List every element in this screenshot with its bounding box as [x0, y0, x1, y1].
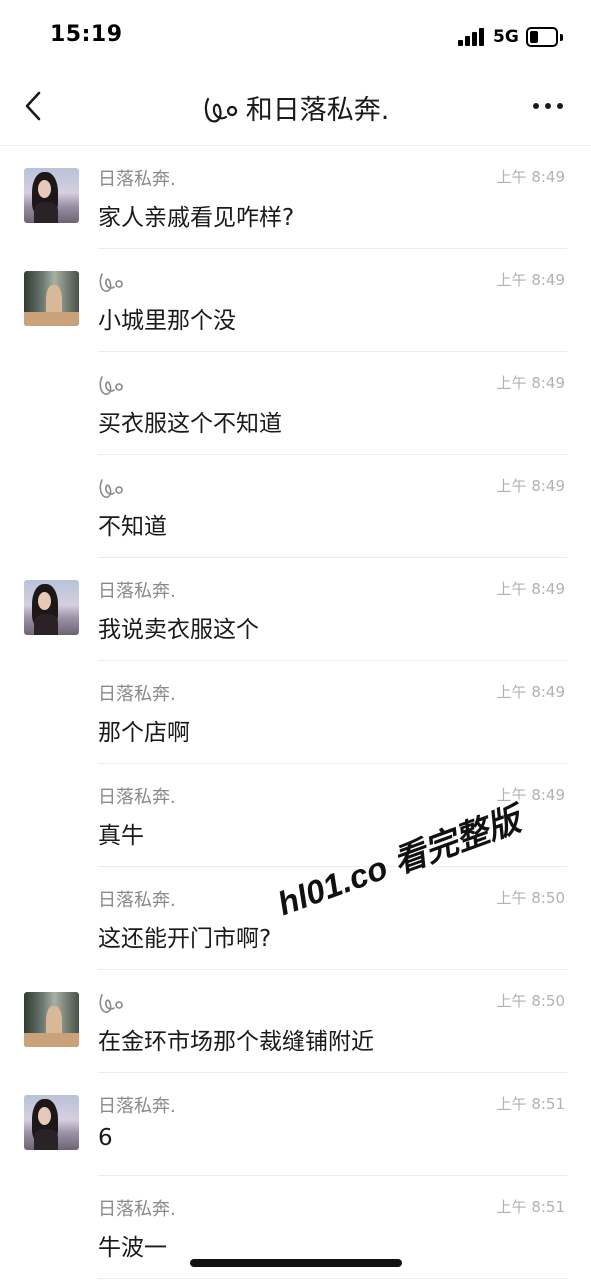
home-indicator[interactable] [190, 1259, 402, 1267]
more-dot [545, 103, 551, 109]
sender-name: 日落私奔. [98, 1199, 176, 1220]
message-row[interactable]: 上午 8:49 买衣服这个不知道 [0, 352, 591, 455]
sender-name: 日落私奔. [98, 684, 176, 705]
sender-name: 日落私奔. [98, 581, 176, 602]
message-text[interactable]: 我说卖衣服这个 [98, 610, 259, 644]
message-text[interactable]: 这还能开门市啊? [98, 919, 271, 953]
message-time: 上午 8:49 [496, 477, 565, 495]
message-row[interactable]: 日落私奔. 上午 8:49 我说卖衣服这个 [0, 558, 591, 661]
message-time: 上午 8:49 [496, 580, 565, 598]
sender-name: 日落私奔. [98, 1096, 176, 1117]
message-text[interactable]: 在金环市场那个裁缝铺附近 [98, 1022, 374, 1056]
chat-title-text: 和日落私奔. [245, 95, 390, 126]
doodle-icon [97, 990, 125, 1016]
message-row[interactable]: 日落私奔. 上午 8:49 那个店啊 [0, 661, 591, 764]
message-text[interactable]: 买衣服这个不知道 [98, 404, 282, 438]
message-row[interactable]: 上午 8:49 不知道 [0, 455, 591, 558]
message-text[interactable]: 真牛 [98, 816, 144, 850]
battery-cap [560, 34, 563, 41]
message-time: 上午 8:50 [496, 992, 565, 1010]
doodle-icon [97, 372, 125, 398]
message-row[interactable]: 日落私奔. 上午 8:49 家人亲戚看见咋样? [0, 146, 591, 249]
avatar[interactable] [24, 992, 79, 1047]
message-list[interactable]: 日落私奔. 上午 8:49 家人亲戚看见咋样? 上午 8:49 小城里那个没 上午 8:4… [0, 146, 591, 1279]
message-time: 上午 8:50 [496, 889, 565, 907]
message-time: 上午 8:49 [496, 683, 565, 701]
doodle-icon [97, 269, 125, 295]
message-text[interactable]: 6 [98, 1125, 113, 1151]
signal-icon [458, 28, 486, 46]
doodle-icon [204, 97, 237, 123]
divider [98, 1278, 567, 1279]
message-text[interactable]: 那个店啊 [98, 713, 190, 747]
message-text[interactable]: 牛波一 [98, 1228, 167, 1262]
battery-icon [526, 27, 558, 47]
avatar[interactable] [24, 168, 79, 223]
sender-name: 日落私奔. [98, 169, 176, 190]
chat-screen: 15:19 5G 和日落私奔. 日落私奔. 上午 8:49 家人亲戚看见咋样? … [0, 0, 591, 1280]
message-row[interactable]: 日落私奔. 上午 8:51 6 [0, 1073, 591, 1176]
avatar[interactable] [24, 1095, 79, 1150]
message-time: 上午 8:49 [496, 374, 565, 392]
message-time: 上午 8:49 [496, 168, 565, 186]
sender-name: 日落私奔. [98, 890, 176, 911]
network-label: 5G [493, 27, 519, 47]
message-time: 上午 8:49 [496, 271, 565, 289]
message-text[interactable]: 小城里那个没 [98, 301, 236, 335]
nav-bar: 和日落私奔. [0, 70, 591, 146]
battery-level [530, 31, 538, 43]
message-text[interactable]: 不知道 [98, 507, 167, 541]
doodle-icon [97, 475, 125, 501]
avatar[interactable] [24, 271, 79, 326]
avatar[interactable] [24, 580, 79, 635]
status-bar: 15:19 5G [0, 0, 591, 70]
message-time: 上午 8:51 [496, 1198, 565, 1216]
more-button[interactable] [530, 100, 566, 112]
sender-name: 日落私奔. [98, 787, 176, 808]
message-row[interactable]: 上午 8:49 小城里那个没 [0, 249, 591, 352]
more-dot [557, 103, 563, 109]
message-time: 上午 8:51 [496, 1095, 565, 1113]
message-row[interactable]: 上午 8:50 在金环市场那个裁缝铺附近 [0, 970, 591, 1073]
message-text[interactable]: 家人亲戚看见咋样? [98, 198, 294, 232]
chat-title: 和日落私奔. [0, 88, 591, 127]
more-dot [533, 103, 539, 109]
status-time: 15:19 [50, 22, 123, 47]
